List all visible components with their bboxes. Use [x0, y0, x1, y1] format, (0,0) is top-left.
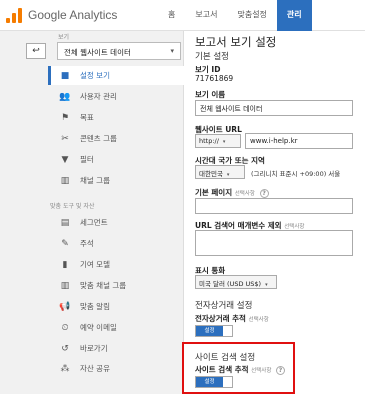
- ecommerce-tracking-toggle[interactable]: 설정: [195, 325, 233, 337]
- chevron-down-icon: ▾: [265, 282, 268, 288]
- segment-icon: ▤: [60, 217, 70, 228]
- attribution-icon: ▮: [62, 259, 68, 270]
- sidebar-item-channel-grouping[interactable]: ▥ 채널 그룹: [48, 171, 184, 190]
- filter-icon: ▼: [61, 154, 69, 165]
- view-select-value: 전체 웹사이트 데이터: [64, 48, 131, 57]
- sidebar-item-label: 자산 공유: [80, 364, 110, 373]
- tab-reports[interactable]: 보고서: [185, 0, 227, 31]
- sidebar-item-label: 맞춤 알림: [80, 302, 110, 311]
- basic-settings-heading: 기본 설정: [195, 52, 229, 62]
- chevron-down-icon: ▾: [226, 172, 230, 178]
- default-page-label-text: 기본 페이지: [195, 188, 233, 197]
- ecommerce-tracking-label-text: 전자상거래 추적: [195, 314, 246, 323]
- tab-customization[interactable]: 맞춤설정: [227, 0, 276, 31]
- protocol-select[interactable]: http://▾: [195, 134, 241, 148]
- sidebar-item-user-management[interactable]: 👥 사용자 관리: [48, 87, 184, 106]
- sidebar-item-content-grouping[interactable]: ✂ 콘텐츠 그룹: [48, 129, 184, 148]
- sidebar-item-label: 콘텐츠 그룹: [80, 134, 117, 143]
- optional-text: 선택사항: [234, 191, 255, 197]
- country-value: 대한민국: [199, 170, 223, 178]
- alert-icon: 📢: [59, 301, 71, 312]
- view-name-label: 보기 이름: [195, 90, 226, 99]
- country-select[interactable]: 대한민국 ▾: [195, 165, 245, 179]
- top-bar: Google Analytics 홈 보고서 맞춤설정 관리: [0, 0, 365, 31]
- channel-group-icon: ▥: [60, 175, 70, 186]
- sidebar-item-label: 목표: [80, 113, 94, 122]
- view-id-value: 71761869: [195, 74, 234, 83]
- default-page-input[interactable]: [195, 198, 353, 214]
- ecommerce-tracking-label: 전자상거래 추적 선택사항: [195, 313, 269, 324]
- ecommerce-heading: 전자상거래 설정: [195, 301, 253, 311]
- logo-text: Google Analytics: [28, 8, 118, 22]
- tab-home[interactable]: 홈: [158, 0, 185, 31]
- sidebar-item-label: 맞춤 채널 그룹: [80, 281, 127, 290]
- website-url-input[interactable]: www.i-help.kr: [245, 133, 353, 149]
- protocol-value: http://: [199, 137, 219, 145]
- share-icon: ⁂: [60, 363, 70, 374]
- currency-value: 미국 달러 (USD US$): [199, 280, 262, 288]
- annotation-icon: ✎: [61, 238, 69, 249]
- email-icon: ⏲: [61, 322, 69, 333]
- sidebar-item-label: 필터: [80, 155, 94, 164]
- sidebar-item-scheduled-emails[interactable]: ⏲ 예약 이메일: [48, 318, 184, 337]
- document-icon: ■: [60, 70, 70, 81]
- sidebar-item-attribution-models[interactable]: ▮ 기여 모델: [48, 255, 184, 274]
- view-select[interactable]: 전체 웹사이트 데이터 ▾: [57, 42, 181, 60]
- back-button[interactable]: ↩: [26, 43, 46, 59]
- timezone-select[interactable]: (그리니치 표준시 +09:00) 서울: [251, 168, 340, 178]
- sidebar-item-view-settings[interactable]: ■ 설정 보기: [48, 66, 184, 85]
- page-title: 보고서 보기 설정: [195, 35, 277, 49]
- back-arrow-icon: ↩: [32, 46, 40, 56]
- sidebar-item-goals[interactable]: ⚑ 목표: [48, 108, 184, 127]
- chevron-down-icon: ▾: [170, 47, 174, 55]
- users-icon: 👥: [59, 91, 71, 102]
- view-name-input[interactable]: 전체 웹사이트 데이터: [195, 100, 353, 116]
- sidebar-item-label: 기여 모델: [80, 260, 110, 269]
- sidebar-item-label: 사용자 관리: [80, 92, 117, 101]
- sidebar-item-label: 세그먼트: [80, 218, 108, 227]
- sidebar-item-annotations[interactable]: ✎ 주석: [48, 234, 184, 253]
- sidebar-item-label: 설정 보기: [80, 71, 110, 80]
- sidebar-item-label: 채널 그룹: [80, 176, 110, 185]
- shortcut-icon: ↺: [61, 343, 69, 354]
- section-label-custom-tools: 맞춤 도구 및 자산: [50, 203, 95, 210]
- site-search-highlight-box: [182, 342, 295, 394]
- default-page-label: 기본 페이지 선택사항 ?: [195, 187, 269, 198]
- google-analytics-logo[interactable]: Google Analytics: [6, 7, 117, 23]
- tab-admin[interactable]: 관리: [276, 0, 312, 31]
- sidebar-item-custom-alerts[interactable]: 📢 맞춤 알림: [48, 297, 184, 316]
- sidebar-item-segments[interactable]: ▤ 세그먼트: [48, 213, 184, 232]
- sidebar-item-asset-sharing[interactable]: ⁂ 자산 공유: [48, 359, 184, 378]
- flag-icon: ⚑: [60, 112, 70, 123]
- content-group-icon: ✂: [61, 133, 69, 144]
- analytics-icon: [6, 7, 24, 23]
- sidebar-item-label: 바로가기: [80, 344, 108, 353]
- optional-text: 선택사항: [248, 317, 269, 323]
- sidebar-item-label: 예약 이메일: [80, 323, 117, 332]
- help-icon[interactable]: ?: [259, 188, 269, 198]
- view-label: 보기: [58, 34, 70, 41]
- exclude-query-params-label-text: URL 검색어 매개변수 제외: [195, 221, 282, 230]
- main-nav: 홈 보고서 맞춤설정 관리: [158, 0, 312, 31]
- sidebar-item-filters[interactable]: ▼ 필터: [48, 150, 184, 169]
- toggle-on-label: 설정: [196, 326, 223, 336]
- exclude-query-params-textarea[interactable]: [195, 230, 353, 256]
- currency-select[interactable]: 미국 달러 (USD US$) ▾: [195, 275, 277, 289]
- sidebar-item-custom-channel-grouping[interactable]: ▥ 맞춤 채널 그룹: [48, 276, 184, 295]
- custom-channel-icon: ▥: [60, 280, 70, 291]
- admin-sidebar: 보기 ↩ 전체 웹사이트 데이터 ▾ ■ 설정 보기 👥 사용자 관리 ⚑ 목표…: [0, 31, 184, 394]
- sidebar-item-shortcuts[interactable]: ↺ 바로가기: [48, 339, 184, 358]
- chevron-down-icon: ▾: [222, 139, 226, 145]
- sidebar-item-label: 주석: [80, 239, 94, 248]
